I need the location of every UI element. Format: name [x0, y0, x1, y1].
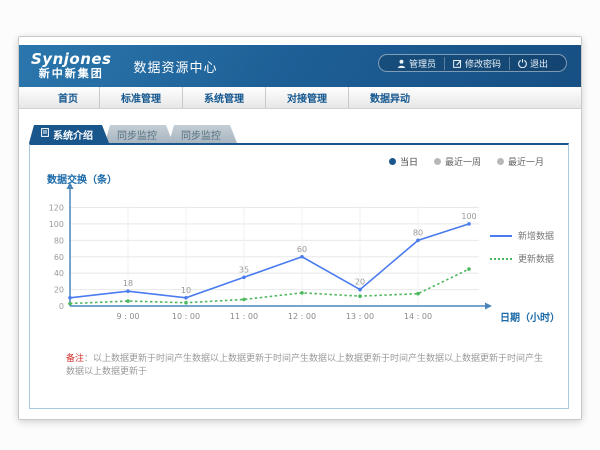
legend-update-data-label: 更新数据: [518, 252, 554, 265]
svg-text:13 : 00: 13 : 00: [346, 312, 374, 321]
nav-item-system-mgmt[interactable]: 系统管理: [182, 87, 265, 108]
legend-new-data-label: 新增数据: [518, 229, 554, 242]
footnote: 备注：以上数据更新于时间产生数据以上数据更新于时间产生数据以上数据更新于时间产生…: [66, 353, 546, 378]
svg-text:120: 120: [49, 204, 64, 213]
logo-primary-text: Synjones: [31, 52, 112, 68]
tab-bar: 系统介绍 同步监控 同步监控: [29, 125, 237, 143]
svg-text:9 : 00: 9 : 00: [116, 312, 139, 321]
exchange-chart: 0 20 40 60 80 100 120 9 : 00 10 : 00 11 : 00 12 : …: [30, 145, 570, 345]
svg-text:20: 20: [54, 286, 64, 295]
svg-text:40: 40: [54, 269, 64, 278]
legend-item-new-data: 新增数据: [490, 229, 554, 242]
company-logo: Synjones 新中新集团: [31, 52, 112, 79]
svg-text:0: 0: [59, 302, 64, 311]
solid-line-icon: [490, 235, 512, 237]
content-area: 系统介绍 同步监控 同步监控 当日 最近一周: [19, 109, 581, 420]
svg-text:20: 20: [355, 278, 365, 287]
tab-sync-monitor-2-label: 同步监控: [181, 127, 221, 142]
change-password-button[interactable]: 修改密码: [444, 57, 509, 70]
svg-text:60: 60: [297, 245, 307, 254]
tab-sync-monitor-1-label: 同步监控: [117, 127, 157, 142]
nav-item-interface-mgmt[interactable]: 对接管理: [265, 87, 348, 108]
x-axis-title: 日期（小时）: [500, 309, 560, 324]
svg-text:100: 100: [49, 220, 64, 229]
logout-label: 退出: [530, 57, 548, 70]
dashed-line-icon: [490, 258, 512, 260]
tab-sync-monitor-2[interactable]: 同步监控: [169, 125, 237, 143]
power-icon: [518, 59, 527, 68]
logout-button[interactable]: 退出: [509, 57, 556, 70]
tab-system-intro-label: 系统介绍: [53, 127, 93, 142]
legend-item-update-data: 更新数据: [490, 252, 554, 265]
svg-text:100: 100: [461, 212, 476, 221]
change-password-label: 修改密码: [465, 57, 501, 70]
nav-item-data-change[interactable]: 数据异动: [348, 87, 431, 108]
footnote-label: 备注: [66, 354, 84, 364]
tab-sync-monitor-1[interactable]: 同步监控: [105, 125, 173, 143]
svg-text:10 : 00: 10 : 00: [172, 312, 200, 321]
logo-secondary-text: 新中新集团: [39, 68, 104, 80]
nav-item-home[interactable]: 首页: [37, 87, 99, 108]
app-window: Synjones 新中新集团 数据资源中心 管理员 修改密码 退出: [18, 36, 582, 420]
nav-item-standard-mgmt[interactable]: 标准管理: [99, 87, 182, 108]
svg-text:12 : 00: 12 : 00: [288, 312, 316, 321]
main-nav: 首页 标准管理 系统管理 对接管理 数据异动: [19, 87, 581, 109]
user-icon: [397, 59, 406, 68]
svg-text:35: 35: [239, 265, 249, 274]
footnote-text: ：以上数据更新于时间产生数据以上数据更新于时间产生数据以上数据更新于时间产生数据…: [66, 354, 543, 377]
user-menu: 管理员 修改密码 退出: [378, 54, 567, 72]
edit-icon: [453, 59, 462, 68]
svg-text:10: 10: [181, 286, 191, 295]
svg-text:18: 18: [123, 279, 133, 288]
svg-text:60: 60: [54, 253, 64, 262]
tab-system-intro[interactable]: 系统介绍: [29, 125, 109, 143]
app-header: Synjones 新中新集团 数据资源中心 管理员 修改密码 退出: [19, 45, 581, 87]
svg-text:80: 80: [413, 228, 423, 237]
admin-user-button[interactable]: 管理员: [389, 57, 444, 70]
chart-panel: 当日 最近一周 最近一月 数据交换（条） 0204060801001209 : …: [29, 143, 569, 409]
window-top-band: [19, 37, 581, 45]
series-legend: 新增数据 更新数据: [490, 229, 554, 265]
page-title: 数据资源中心: [134, 57, 218, 76]
admin-user-label: 管理员: [409, 57, 436, 70]
document-icon: [41, 128, 49, 140]
svg-text:11 : 00: 11 : 00: [230, 312, 258, 321]
svg-text:80: 80: [54, 236, 64, 245]
svg-text:14 : 00: 14 : 00: [404, 312, 432, 321]
